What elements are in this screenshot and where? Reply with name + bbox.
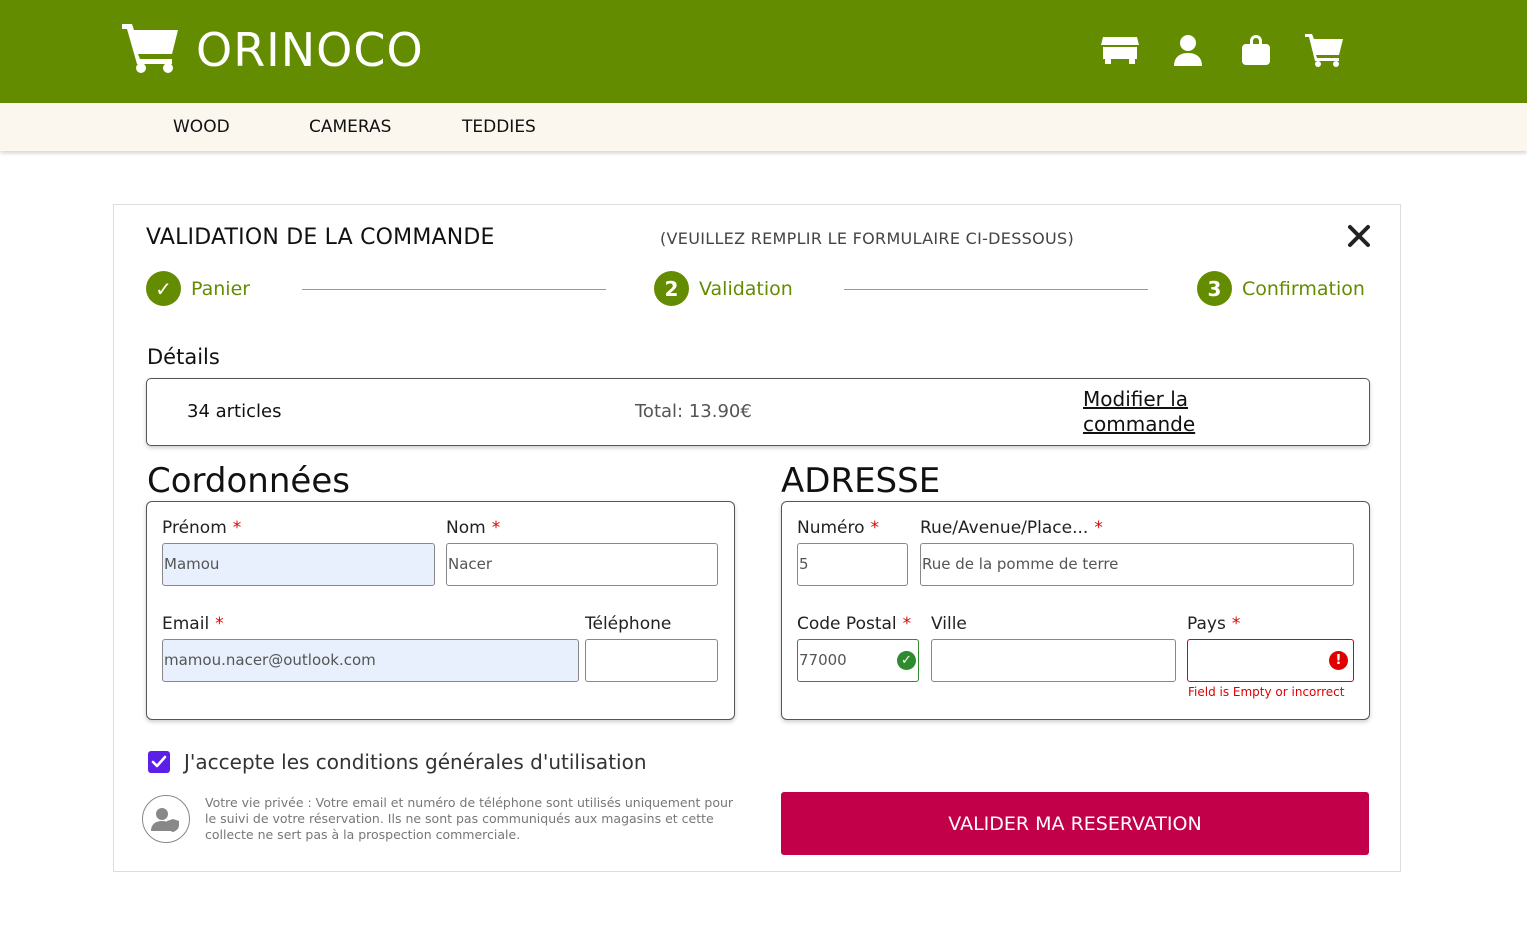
- rue-input[interactable]: Rue de la pomme de terre: [920, 543, 1354, 586]
- ville-label: Ville: [931, 614, 967, 634]
- order-validation-panel: VALIDATION DE LA COMMANDE (VEUILLEZ REMP…: [113, 204, 1401, 872]
- nom-input[interactable]: Nacer: [446, 543, 718, 586]
- validate-reservation-button[interactable]: VALIDER MA RESERVATION: [781, 792, 1369, 855]
- numero-label: Numéro *: [797, 518, 880, 538]
- cart-icon[interactable]: [1304, 30, 1344, 70]
- address-section-title: ADRESSE: [781, 461, 941, 501]
- step-divider: [302, 289, 606, 290]
- step-divider: [844, 289, 1148, 290]
- email-label: Email *: [162, 614, 224, 634]
- step-label: Panier: [191, 277, 251, 300]
- nav-wood[interactable]: WOOD: [173, 117, 230, 137]
- code-postal-label: Code Postal *: [797, 614, 912, 634]
- error-icon: !: [1329, 651, 1348, 670]
- bag-icon[interactable]: [1236, 30, 1276, 70]
- article-count: 34 articles: [187, 401, 282, 422]
- address-fieldset: Numéro * 5 Rue/Avenue/Place... * Rue de la…: [781, 501, 1370, 720]
- step-panier: ✓ Panier: [146, 271, 250, 306]
- privacy-notice: Votre vie privée : Votre email et numéro…: [205, 795, 734, 842]
- step-number: 2: [654, 271, 689, 306]
- valid-check-icon: ✓: [897, 651, 916, 670]
- nav-teddies[interactable]: TEDDIES: [462, 117, 536, 137]
- privacy-shield-icon: [142, 795, 190, 843]
- prenom-label: Prénom *: [162, 518, 242, 538]
- order-total: Total: 13.90€: [635, 401, 752, 422]
- step-confirmation: 3 Confirmation: [1197, 271, 1365, 306]
- cgu-label[interactable]: J'accepte les conditions générales d'uti…: [184, 750, 647, 774]
- pays-label: Pays *: [1187, 614, 1241, 634]
- pays-error-message: Field is Empty or incorrect: [1188, 685, 1345, 699]
- details-label: Détails: [147, 345, 220, 369]
- cgu-checkbox[interactable]: [148, 751, 170, 773]
- step-validation: 2 Validation: [654, 271, 793, 306]
- brand-name: ORINOCO: [196, 23, 424, 77]
- cart-logo-icon: [122, 22, 180, 78]
- order-summary: 34 articles Total: 13.90€ Modifier la co…: [146, 378, 1370, 446]
- contact-fieldset: Prénom * Mamou Nom * Nacer Email * mamou.na…: [146, 501, 735, 720]
- category-nav: WOOD CAMERAS TEDDIES: [0, 103, 1527, 151]
- email-input[interactable]: mamou.nacer@outlook.com: [162, 639, 579, 682]
- prenom-input[interactable]: Mamou: [162, 543, 435, 586]
- store-icon[interactable]: [1100, 30, 1140, 70]
- ville-input[interactable]: [931, 639, 1176, 682]
- user-icon[interactable]: [1168, 30, 1208, 70]
- step-label: Confirmation: [1242, 277, 1365, 300]
- brand-logo[interactable]: ORINOCO: [122, 22, 424, 78]
- nom-label: Nom *: [446, 518, 501, 538]
- panel-subtitle: (VEUILLEZ REMPLIR LE FORMULAIRE CI-DESSO…: [660, 229, 1075, 248]
- close-icon[interactable]: [1346, 223, 1372, 249]
- step-label: Validation: [699, 277, 793, 300]
- modify-order-link[interactable]: Modifier la commande: [1083, 387, 1243, 437]
- check-icon: ✓: [146, 271, 181, 306]
- numero-input[interactable]: 5: [797, 543, 908, 586]
- nav-cameras[interactable]: CAMERAS: [309, 117, 391, 137]
- telephone-label: Téléphone: [585, 614, 672, 634]
- panel-title: VALIDATION DE LA COMMANDE: [146, 225, 495, 250]
- contact-section-title: Cordonnées: [147, 461, 350, 501]
- step-number: 3: [1197, 271, 1232, 306]
- rue-label: Rue/Avenue/Place... *: [920, 518, 1103, 538]
- top-header: ORINOCO: [0, 0, 1527, 103]
- cgu-row: J'accepte les conditions générales d'uti…: [148, 750, 647, 774]
- telephone-input[interactable]: [585, 639, 718, 682]
